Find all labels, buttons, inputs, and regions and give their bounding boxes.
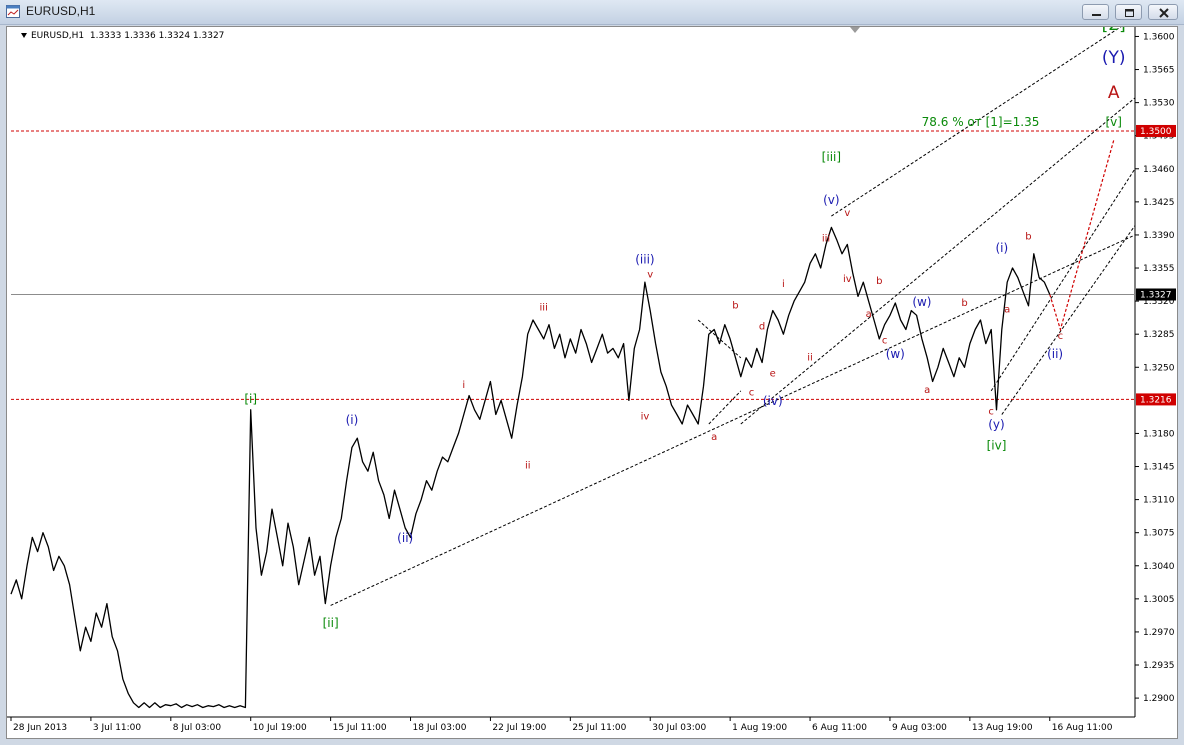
chart-window-icon bbox=[6, 5, 20, 18]
price-level-label: 1.3500 bbox=[1140, 127, 1172, 137]
wave-label: b bbox=[961, 298, 967, 309]
window-title: EURUSD,H1 bbox=[26, 4, 96, 18]
wave-label: (w) bbox=[912, 295, 931, 309]
time-tick-label: 18 Jul 03:00 bbox=[413, 723, 467, 733]
price-tick-label: 1.3530 bbox=[1143, 99, 1175, 109]
minimize-button[interactable] bbox=[1082, 4, 1109, 20]
wave-label: [iii] bbox=[822, 150, 841, 164]
wave-label: i bbox=[462, 380, 465, 391]
wave-label: iv bbox=[843, 274, 852, 285]
price-tick-label: 1.3600 bbox=[1143, 32, 1175, 42]
price-tick-label: 1.2900 bbox=[1143, 694, 1175, 704]
wave-label: d bbox=[759, 321, 765, 332]
wave-label: [i] bbox=[244, 392, 257, 406]
wave-label: ii bbox=[807, 353, 813, 364]
close-icon bbox=[1159, 8, 1169, 18]
wave-label: (Y) bbox=[1102, 48, 1126, 68]
time-tick-label: 6 Aug 11:00 bbox=[812, 723, 867, 733]
maximize-button[interactable] bbox=[1115, 4, 1142, 20]
time-tick-label: 8 Jul 03:00 bbox=[173, 723, 222, 733]
minimize-icon bbox=[1092, 14, 1101, 16]
wave-label: (i) bbox=[995, 241, 1008, 255]
symbol-header: EURUSD,H1 1.3333 1.3336 1.3324 1.3327 bbox=[21, 31, 224, 41]
ohlc-values: 1.3333 1.3336 1.3324 1.3327 bbox=[89, 31, 225, 41]
time-tick-label: 1 Aug 19:00 bbox=[732, 723, 787, 733]
price-tick-label: 1.3425 bbox=[1143, 198, 1175, 208]
time-tick-label: 13 Aug 19:00 bbox=[972, 723, 1033, 733]
price-tick-label: 1.2970 bbox=[1143, 628, 1175, 638]
price-tick-label: 1.3285 bbox=[1143, 330, 1175, 340]
chart-area[interactable]: 1.36001.35651.35301.34951.34601.34251.33… bbox=[6, 26, 1178, 739]
chart-shift-marker-icon bbox=[850, 27, 860, 33]
current-price-label: 1.3327 bbox=[1140, 290, 1172, 300]
wave-label: [iv] bbox=[987, 439, 1007, 453]
price-tick-label: 1.3040 bbox=[1143, 562, 1175, 572]
price-tick-label: 1.3460 bbox=[1143, 165, 1175, 175]
time-tick-label: 22 Jul 19:00 bbox=[492, 723, 546, 733]
wave-label: iii bbox=[822, 234, 830, 245]
wave-label: [2] bbox=[1102, 27, 1126, 35]
wave-label: [ii] bbox=[323, 616, 339, 630]
time-tick-label: 28 Jun 2013 bbox=[13, 723, 67, 733]
wave-label: iii bbox=[540, 303, 548, 314]
price-tick-label: 1.3005 bbox=[1143, 595, 1175, 605]
price-tick-label: 1.3110 bbox=[1143, 496, 1175, 506]
time-tick-label: 16 Aug 11:00 bbox=[1052, 723, 1113, 733]
time-tick-label: 10 Jul 19:00 bbox=[253, 723, 307, 733]
wave-label: [v] bbox=[1105, 115, 1121, 129]
price-tick-label: 1.3075 bbox=[1143, 529, 1175, 539]
wave-label: iv bbox=[641, 411, 650, 422]
time-tick-label: 3 Jul 11:00 bbox=[93, 723, 142, 733]
wave-label: b bbox=[1025, 232, 1031, 243]
wave-label: a bbox=[924, 385, 930, 396]
price-tick-label: 1.3390 bbox=[1143, 231, 1175, 241]
price-tick-label: 1.3250 bbox=[1143, 363, 1175, 373]
wave-label: b bbox=[876, 276, 882, 287]
price-level-label: 1.3216 bbox=[1140, 395, 1172, 405]
wave-label: i bbox=[782, 279, 785, 290]
wave-label: (y) bbox=[988, 418, 1004, 432]
wave-label: (v) bbox=[823, 193, 839, 207]
maximize-icon bbox=[1125, 9, 1134, 17]
price-tick-label: 1.2935 bbox=[1143, 661, 1175, 671]
wave-label: (w) bbox=[886, 347, 905, 361]
wave-label: (iv) bbox=[763, 394, 783, 408]
time-tick-label: 30 Jul 03:00 bbox=[652, 723, 706, 733]
wave-label: c bbox=[749, 388, 755, 399]
dropdown-triangle-icon[interactable] bbox=[21, 33, 27, 38]
trend-channel-line bbox=[1001, 225, 1136, 415]
price-chart[interactable]: 1.36001.35651.35301.34951.34601.34251.33… bbox=[7, 27, 1177, 738]
wave-label: c bbox=[882, 336, 888, 347]
price-tick-label: 1.3355 bbox=[1143, 264, 1175, 274]
wave-label: v bbox=[844, 208, 850, 219]
wave-label: a bbox=[1004, 304, 1010, 315]
title-bar[interactable]: EURUSD,H1 bbox=[0, 0, 1184, 25]
wave-label: a bbox=[711, 432, 717, 443]
trend-channel-line bbox=[330, 234, 1136, 606]
price-tick-label: 1.3180 bbox=[1143, 429, 1175, 439]
symbol-name: EURUSD,H1 bbox=[31, 31, 85, 41]
wave-label: (iii) bbox=[635, 252, 654, 266]
wave-label: ii bbox=[525, 460, 531, 471]
wave-label: 78.6 % от [1]=1.35 bbox=[922, 115, 1040, 129]
wave-label: b bbox=[732, 301, 738, 312]
price-tick-label: 1.3145 bbox=[1143, 463, 1175, 473]
wave-label: c bbox=[988, 407, 994, 418]
wave-label: c bbox=[1058, 331, 1064, 342]
time-tick-label: 9 Aug 03:00 bbox=[892, 723, 947, 733]
wave-label: (ii) bbox=[1047, 347, 1063, 361]
time-tick-label: 15 Jul 11:00 bbox=[333, 723, 387, 733]
wave-label: (ii) bbox=[397, 531, 413, 545]
wave-label: v bbox=[647, 269, 653, 280]
terminal-window: EURUSD,H1 1.36001.35651.35301.34951.3460… bbox=[0, 0, 1184, 745]
price-tick-label: 1.3565 bbox=[1143, 66, 1175, 76]
wave-label: (i) bbox=[346, 413, 359, 427]
wave-label: a bbox=[866, 309, 872, 320]
time-tick-label: 25 Jul 11:00 bbox=[572, 723, 626, 733]
wave-projection-line bbox=[1049, 140, 1115, 332]
wave-label: A bbox=[1108, 83, 1120, 103]
close-button[interactable] bbox=[1148, 4, 1178, 20]
wave-label: e bbox=[770, 369, 776, 380]
